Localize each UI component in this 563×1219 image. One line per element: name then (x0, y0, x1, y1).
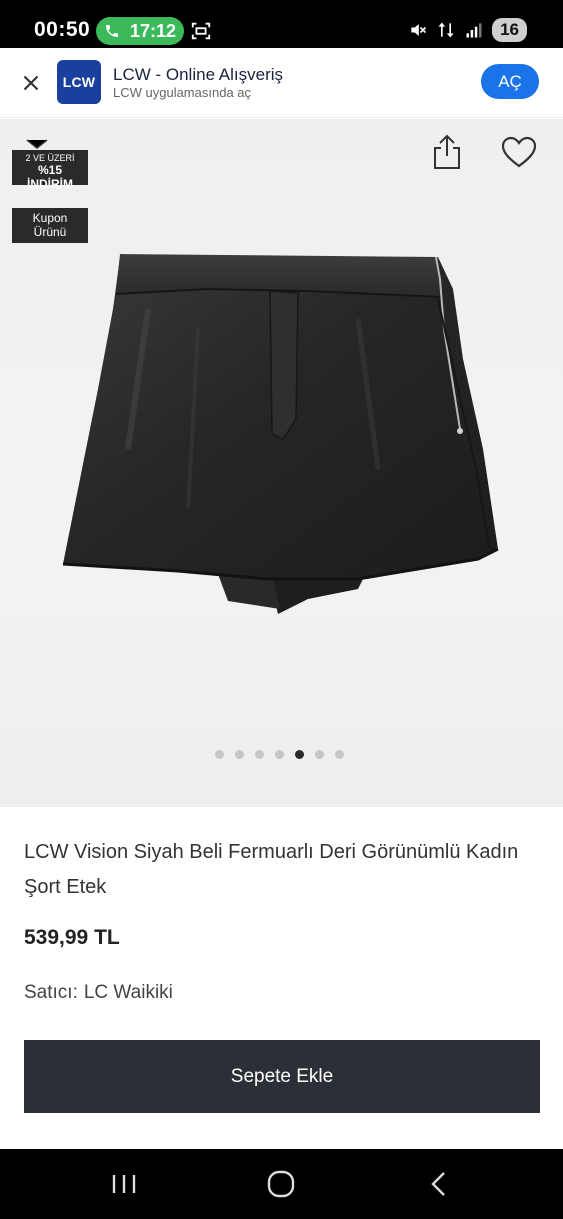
pagination-dot[interactable] (315, 750, 324, 759)
status-bar: 00:50 17:12 16 (0, 0, 563, 48)
product-image (62, 254, 499, 614)
app-install-banner: LCW LCW - Online Alışveriş LCW uygulamas… (0, 48, 563, 118)
battery-level: 16 (492, 18, 527, 42)
discount-badge: 2 VE ÜZERİ %15 İNDİRİM (12, 150, 88, 191)
coupon-badge: Kupon Ürünü (12, 208, 88, 243)
ongoing-call-pill[interactable]: 17:12 (96, 17, 184, 45)
pagination-dot[interactable] (335, 750, 344, 759)
status-icons: 16 (408, 18, 527, 42)
app-subtitle: LCW uygulamasında aç (113, 85, 252, 100)
screen-record-icon (191, 22, 211, 40)
pagination-dot[interactable] (275, 750, 284, 759)
share-icon[interactable] (431, 134, 463, 170)
call-duration: 17:12 (130, 20, 177, 41)
close-icon[interactable] (24, 139, 50, 155)
product-gallery[interactable]: 2 VE ÜZERİ %15 İNDİRİM Kupon Ürünü (0, 119, 563, 807)
seller-label: Satıcı: (24, 982, 78, 1003)
discount-badge-line2: %15 İNDİRİM (27, 163, 73, 191)
status-time: 00:50 (34, 18, 91, 41)
open-app-button[interactable]: AÇ (481, 64, 539, 99)
system-nav-bar (0, 1149, 563, 1219)
pagination-dot[interactable] (255, 750, 264, 759)
pagination-dot[interactable] (235, 750, 244, 759)
pagination-dot[interactable] (215, 750, 224, 759)
app-logo: LCW (57, 60, 101, 104)
coupon-badge-line1: Kupon (32, 211, 68, 225)
back-icon[interactable] (429, 1171, 449, 1197)
recent-apps-icon[interactable] (110, 1173, 138, 1195)
signal-icon (466, 23, 482, 38)
home-icon[interactable] (267, 1170, 295, 1198)
add-to-cart-button[interactable]: Sepete Ekle (24, 1040, 540, 1113)
heart-icon[interactable] (500, 135, 538, 169)
product-title: LCW Vision Siyah Beli Fermuarlı Deri Gör… (24, 841, 519, 898)
seller-info: Satıcı: LC Waikiki (24, 982, 173, 1004)
seller-name-link[interactable]: LC Waikiki (84, 982, 173, 1003)
data-arrows-icon (438, 22, 454, 38)
product-price: 539,99 TL (24, 926, 120, 949)
close-icon[interactable] (18, 70, 44, 96)
image-pagination (0, 750, 563, 759)
mute-icon (411, 24, 427, 36)
pagination-dot[interactable] (295, 750, 304, 759)
app-name: LCW - Online Alışveriş (113, 65, 284, 84)
phone-icon (106, 25, 118, 37)
coupon-badge-line2: Ürünü (33, 225, 67, 239)
